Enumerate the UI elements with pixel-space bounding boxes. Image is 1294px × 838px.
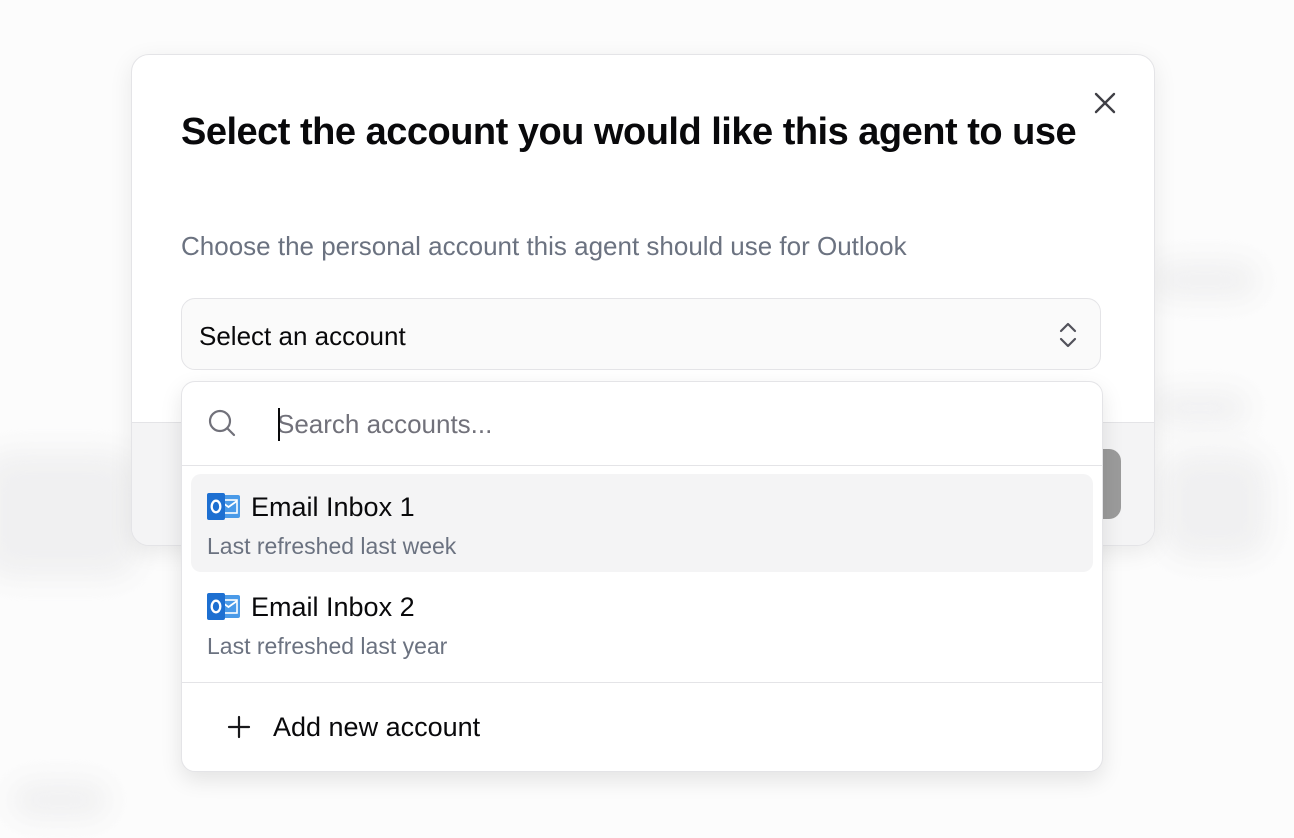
- account-select-value: Select an account: [199, 321, 406, 351]
- account-option-last-refreshed: Last refreshed last year: [207, 633, 448, 659]
- account-search: [182, 382, 1102, 466]
- dialog-subtitle: Choose the personal account this agent s…: [181, 231, 907, 261]
- outlook-icon: [207, 593, 240, 620]
- outlook-icon: [207, 493, 240, 520]
- account-option-name: Email Inbox 1: [251, 492, 415, 522]
- account-dropdown: Email Inbox 1 Last refreshed last week E…: [181, 381, 1103, 772]
- chevron-up-down-icon: [1059, 322, 1077, 348]
- account-option-email-inbox-1[interactable]: Email Inbox 1 Last refreshed last week: [191, 474, 1093, 572]
- account-option-last-refreshed: Last refreshed last week: [207, 533, 457, 559]
- add-new-account-label: Add new account: [273, 712, 481, 742]
- account-select[interactable]: Select an account: [181, 298, 1101, 370]
- dropdown-divider: [182, 682, 1102, 683]
- text-cursor: [278, 408, 280, 441]
- search-input[interactable]: [277, 404, 1057, 444]
- close-button[interactable]: [1090, 88, 1120, 118]
- dialog-title: Select the account you would like this a…: [181, 111, 1077, 153]
- add-new-account-button[interactable]: Add new account: [191, 691, 1093, 763]
- plus-icon: [227, 715, 251, 739]
- search-icon: [208, 409, 236, 437]
- account-option-email-inbox-2[interactable]: Email Inbox 2 Last refreshed last year: [191, 574, 1093, 672]
- close-icon: [1094, 92, 1116, 114]
- account-option-name: Email Inbox 2: [251, 592, 415, 622]
